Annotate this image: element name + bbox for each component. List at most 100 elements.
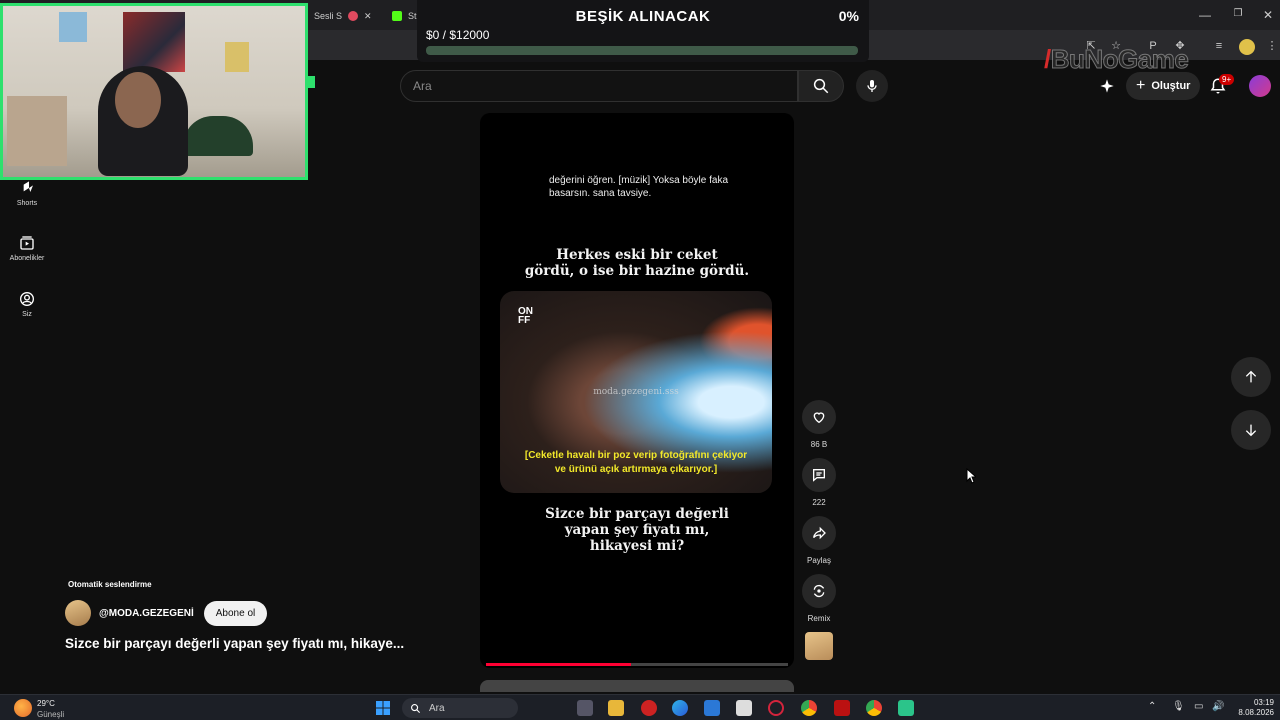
mail-icon[interactable]: [704, 700, 720, 716]
app-red-icon[interactable]: [641, 700, 657, 716]
channel-thumbnail[interactable]: [805, 632, 833, 660]
heart-icon: [813, 412, 825, 424]
donation-percent: 0%: [838, 8, 859, 24]
search-placeholder: Ara: [413, 79, 432, 93]
arrow-up-icon: [1245, 370, 1257, 383]
plus-icon: +: [1136, 77, 1146, 94]
mic-icon: [867, 80, 877, 92]
share-label: Paylaş: [806, 556, 831, 565]
share-button[interactable]: Paylaş: [801, 516, 837, 565]
taskbar-search-label: Ara: [429, 702, 445, 714]
voice-search-button[interactable]: [856, 70, 888, 102]
brand-text: BuNoGame: [1050, 44, 1189, 75]
channel-name[interactable]: @MODA.GEZEGENİ: [99, 608, 194, 619]
shorts-player[interactable]: değerini öğren. [müzik] Yoksa böyle faka…: [480, 113, 794, 668]
streamer-webcam: [0, 3, 308, 180]
video-subtitle: [Ceketle havalı bir poz verip fotoğrafın…: [524, 450, 748, 475]
donation-title: BEŞİK ALINACAK: [575, 8, 711, 25]
opera-icon[interactable]: [768, 700, 784, 716]
file-explorer-icon[interactable]: [608, 700, 624, 716]
auto-caption: değerini öğren. [müzik] Yoksa böyle faka…: [549, 175, 728, 199]
edge-icon[interactable]: [672, 700, 688, 716]
playback-progress-bar[interactable]: [486, 663, 788, 666]
tab-label: Sesli S: [314, 11, 343, 21]
notification-badge: 9+: [1219, 74, 1235, 85]
headline-bottom-3: hikayesi mi?: [589, 538, 685, 554]
clock-date: 8.08.2026: [1238, 708, 1274, 717]
taskbar-search-icon: [411, 703, 421, 713]
kick-icon: [392, 11, 402, 21]
tray-chevron-icon[interactable]: ⌃: [1148, 701, 1156, 712]
next-short-preview[interactable]: [480, 680, 794, 692]
donation-progress-bar: [426, 46, 858, 55]
next-short-button[interactable]: [1231, 410, 1271, 450]
donation-amount: $0 / $12000: [426, 28, 490, 42]
search-button[interactable]: [798, 70, 844, 102]
remix-label: Remix: [807, 614, 831, 623]
tray-volume-icon[interactable]: 🔊: [1212, 701, 1224, 712]
headline-top-2: gördü, o ise bir hazine gördü.: [524, 263, 750, 279]
video-watermark: moda.gezegeni.sss: [593, 387, 679, 397]
donation-goal-overlay: BEŞİK ALINACAK 0% $0 / $12000: [417, 0, 869, 62]
close-window-icon[interactable]: ✕: [1258, 8, 1278, 22]
system-clock[interactable]: 03:19 8.08.2026: [1226, 698, 1274, 718]
tab-close-icon[interactable]: ✕: [364, 11, 372, 22]
browser-menu-icon[interactable]: ⋮: [1265, 39, 1279, 53]
arrow-down-icon: [1245, 424, 1257, 437]
search-icon: [813, 78, 829, 94]
windows-start-icon[interactable]: [375, 700, 391, 716]
media-control-icon[interactable]: ≡: [1212, 39, 1226, 53]
autoplay-label: Otomatik seslendirme: [68, 580, 152, 589]
create-sparkle-icon[interactable]: [1097, 76, 1117, 96]
mouse-cursor-icon: [966, 468, 976, 484]
search-input[interactable]: Ara: [400, 70, 798, 102]
chrome-icon[interactable]: [801, 700, 817, 716]
you-icon: [20, 292, 34, 306]
headline-top-1: Herkes eski bir ceket: [556, 247, 718, 263]
tray-mic-icon[interactable]: 🎙: [1172, 701, 1185, 712]
video-title[interactable]: Sizce bir parçayı değerli yapan şey fiya…: [65, 636, 404, 651]
sidebar-item-you[interactable]: Siz: [0, 291, 54, 318]
sidebar-label: Shorts: [16, 200, 38, 207]
store-icon[interactable]: [736, 700, 752, 716]
tab-record-icon: [348, 11, 359, 21]
app-green-icon[interactable]: [898, 700, 914, 716]
subscribe-button[interactable]: Abone ol: [203, 600, 268, 626]
clock-time: 03:19: [1253, 698, 1274, 707]
playback-progress-fill: [486, 663, 631, 666]
channel-avatar[interactable]: [65, 600, 91, 626]
minimize-icon[interactable]: —: [1195, 8, 1215, 22]
like-button[interactable]: 86 B: [801, 400, 837, 449]
tray-display-icon[interactable]: ▭: [1194, 701, 1203, 712]
sidebar-item-subscriptions[interactable]: Abonelikler: [0, 235, 54, 262]
weather-sun-icon[interactable]: [14, 699, 32, 717]
sidebar-label: Abonelikler: [9, 255, 45, 262]
chrome-active-icon[interactable]: [866, 700, 882, 716]
comment-count: 222: [812, 498, 826, 507]
brand-slash-icon: /: [1044, 44, 1051, 74]
comments-button[interactable]: 222: [801, 458, 837, 507]
task-view-icon[interactable]: [577, 700, 593, 716]
on-off-logo: ON FF: [518, 306, 533, 326]
sidebar-item-shorts[interactable]: Shorts: [0, 180, 54, 207]
video-frame: ON FF moda.gezegeni.sss [Ceketle havalı b…: [500, 291, 772, 493]
comment-icon: [813, 469, 825, 482]
maximize-icon[interactable]: ❐: [1228, 8, 1248, 19]
shorts-icon: [23, 181, 33, 192]
taskbar-search[interactable]: Ara: [402, 698, 518, 718]
weather-temperature: 29°C: [37, 699, 55, 708]
webcam-edge-accent: [305, 76, 315, 88]
remix-icon: [813, 584, 825, 598]
create-button[interactable]: + Oluştur: [1126, 72, 1201, 100]
app-pdf-icon[interactable]: [834, 700, 850, 716]
bunogame-watermark: /BuNoGame: [1044, 44, 1189, 75]
weather-description: Güneşli: [37, 710, 65, 719]
tab-sesli[interactable]: Sesli S ✕: [306, 4, 380, 28]
remix-button[interactable]: Remix: [801, 574, 837, 623]
like-count: 86 B: [810, 440, 828, 449]
profile-icon[interactable]: [1239, 39, 1255, 55]
headline-bottom-2: yapan şey fiyatı mı,: [564, 522, 710, 538]
share-icon: [813, 526, 826, 540]
previous-short-button[interactable]: [1231, 357, 1271, 397]
account-avatar[interactable]: [1249, 75, 1271, 97]
